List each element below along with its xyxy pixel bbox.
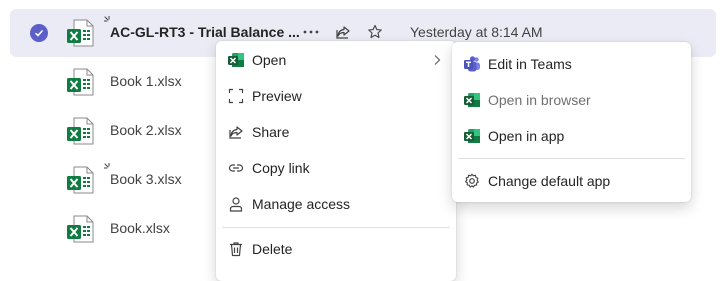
- submenu-item-open-in-browser[interactable]: Open in browser: [452, 82, 691, 118]
- file-name[interactable]: Book 2.xlsx: [110, 122, 182, 138]
- submenu-item-edit-in-teams[interactable]: Edit in Teams: [452, 46, 691, 82]
- checkmark-icon[interactable]: [30, 24, 48, 42]
- menu-item-label: Open: [252, 52, 287, 68]
- more-options-icon[interactable]: [302, 23, 320, 41]
- open-submenu: Edit in Teams Open in browser Open in ap…: [452, 42, 691, 202]
- excel-file-icon: [65, 18, 95, 48]
- menu-item-label: Open in browser: [488, 92, 591, 108]
- menu-item-manage-access[interactable]: Manage access: [216, 186, 456, 222]
- file-name[interactable]: Book 3.xlsx: [110, 171, 182, 187]
- file-name[interactable]: AC-GL-RT3 - Trial Balance ...: [110, 24, 300, 40]
- menu-divider: [458, 158, 685, 159]
- menu-divider: [222, 227, 450, 228]
- context-menu: Open Preview Share Copy link Manage acce…: [216, 41, 456, 281]
- menu-item-share[interactable]: Share: [216, 114, 456, 150]
- excel-file-icon: [65, 214, 95, 244]
- share-icon[interactable]: [334, 23, 352, 41]
- file-name[interactable]: Book.xlsx: [110, 220, 170, 236]
- menu-item-delete[interactable]: Delete: [216, 231, 456, 267]
- excel-file-icon: [65, 116, 95, 146]
- excel-file-icon: [65, 165, 95, 195]
- preview-icon: [227, 87, 245, 105]
- link-icon: [227, 159, 245, 177]
- menu-item-label: Copy link: [252, 160, 310, 176]
- share-icon: [227, 123, 245, 141]
- gear-icon: [463, 172, 481, 190]
- star-icon[interactable]: [366, 23, 384, 41]
- teams-icon: [463, 55, 481, 73]
- menu-item-label: Open in app: [488, 128, 565, 144]
- file-modified-date: Yesterday at 8:14 AM: [410, 24, 543, 40]
- chevron-right-icon: [434, 55, 441, 65]
- row-actions: [302, 23, 384, 41]
- excel-icon: [463, 127, 481, 145]
- menu-item-label: Manage access: [252, 196, 351, 212]
- menu-item-preview[interactable]: Preview: [216, 78, 456, 114]
- menu-item-copy-link[interactable]: Copy link: [216, 150, 456, 186]
- excel-file-icon: [65, 67, 95, 97]
- trash-icon: [227, 240, 245, 258]
- submenu-item-change-default-app[interactable]: Change default app: [452, 163, 691, 199]
- excel-icon: [227, 51, 245, 69]
- excel-icon: [463, 91, 481, 109]
- menu-item-label: Preview: [252, 88, 302, 104]
- menu-item-label: Change default app: [488, 173, 611, 189]
- menu-item-label: Edit in Teams: [488, 56, 572, 72]
- file-name[interactable]: Book 1.xlsx: [110, 73, 182, 89]
- person-icon: [227, 195, 245, 213]
- submenu-item-open-in-app[interactable]: Open in app: [452, 118, 691, 154]
- menu-item-label: Share: [252, 124, 290, 140]
- menu-item-open[interactable]: Open: [216, 42, 456, 78]
- menu-item-label: Delete: [252, 241, 293, 257]
